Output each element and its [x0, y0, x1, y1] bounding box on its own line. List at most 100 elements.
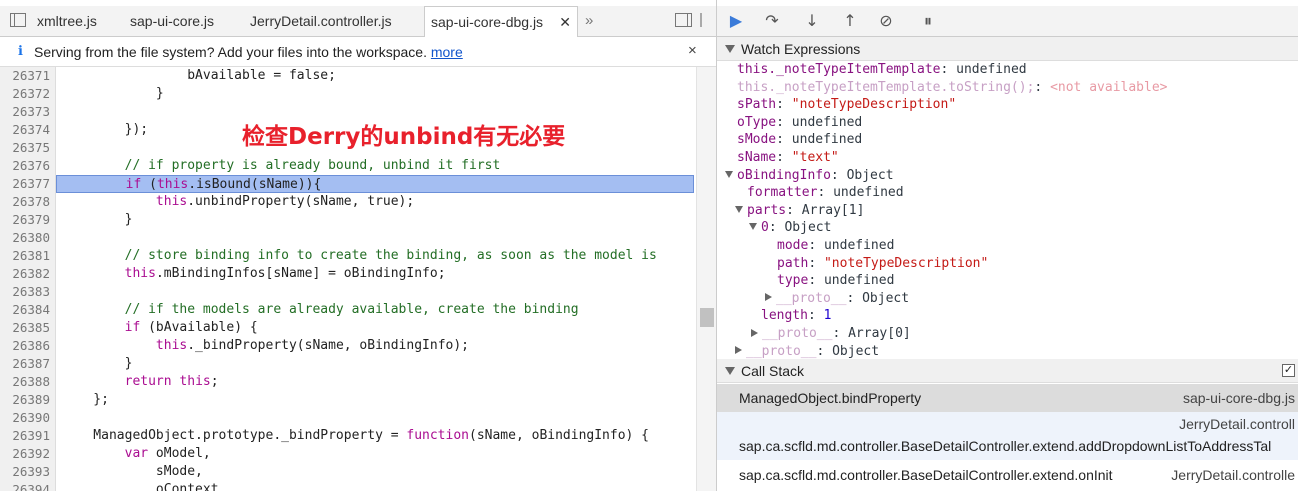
watch-separator: : [768, 220, 785, 236]
watch-item[interactable]: length: 1 [761, 307, 831, 325]
deactivate-breakpoints-icon[interactable]: ⊘ [875, 11, 897, 31]
watch-name: sPath [737, 97, 777, 113]
line-number[interactable]: 26387 [0, 355, 54, 373]
line-number[interactable]: 26381 [0, 247, 54, 265]
line-number[interactable]: 26383 [0, 283, 54, 301]
watch-value: undefined [833, 185, 904, 201]
line-number[interactable]: 26384 [0, 301, 54, 319]
frame-location[interactable]: JerryDetail.controlle [1171, 467, 1295, 483]
more-link[interactable]: more [431, 44, 463, 60]
vertical-scrollbar[interactable] [696, 67, 716, 491]
step-out-icon[interactable]: ↑ [839, 11, 861, 31]
call-stack-header[interactable]: Call Stack ✓ [717, 359, 1298, 383]
line-number[interactable]: 26377 [0, 175, 54, 193]
watch-name: sName [737, 150, 777, 165]
watch-separator: : [776, 97, 792, 113]
step-into-icon[interactable]: ↓ [801, 11, 823, 31]
collapsed-triangle-icon[interactable] [765, 293, 772, 302]
expanded-triangle-icon[interactable] [749, 223, 757, 231]
watch-item[interactable]: this._noteTypeItemTemplate.toString();: … [737, 79, 1167, 97]
line-number[interactable]: 26393 [0, 463, 54, 481]
line-number[interactable]: 26373 [0, 103, 54, 121]
line-number[interactable]: 26376 [0, 157, 54, 175]
frame-location[interactable]: sap-ui-core-dbg.js [1183, 390, 1295, 406]
line-number[interactable]: 26374 [0, 121, 54, 139]
code-line: 26386 this._bindProperty(sName, oBinding… [0, 337, 696, 355]
watch-item[interactable]: sMode: undefined [737, 131, 862, 149]
line-number[interactable]: 26390 [0, 409, 54, 427]
line-number[interactable]: 26378 [0, 193, 54, 211]
more-tabs-button[interactable]: » [585, 6, 593, 37]
watch-item[interactable]: parts: Array[1] [735, 202, 864, 220]
collapsed-triangle-icon[interactable] [751, 328, 758, 337]
tab-xmltree[interactable]: xmltree.js [37, 6, 97, 37]
code-line: 26372 } [0, 85, 696, 103]
watch-expressions-header[interactable]: Watch Expressions [717, 37, 1298, 61]
line-number[interactable]: 26382 [0, 265, 54, 283]
source-panel: xmltree.js sap-ui-core.js JerryDetail.co… [0, 0, 716, 491]
line-number[interactable]: 26375 [0, 139, 54, 157]
watch-name: parts [747, 202, 787, 218]
watch-item[interactable]: __proto__: Array[0] [751, 325, 911, 343]
watch-separator: : [808, 273, 824, 289]
line-number[interactable]: 26389 [0, 391, 54, 409]
tab-sap-ui-core-dbg[interactable]: sap-ui-core-dbg.js ✕ [424, 6, 578, 38]
watch-item[interactable]: sPath: "noteTypeDescription" [737, 96, 956, 114]
watch-value: 1 [823, 308, 832, 324]
line-number[interactable]: 26371 [0, 67, 54, 85]
watch-item[interactable]: 0: Object [749, 219, 831, 237]
frame-location[interactable]: JerryDetail.controll [1179, 416, 1295, 432]
expanded-triangle-icon[interactable] [725, 170, 733, 178]
line-number[interactable]: 26385 [0, 319, 54, 337]
watch-item[interactable]: path: "noteTypeDescription" [777, 255, 988, 273]
watch-value: undefined [823, 238, 895, 253]
line-number[interactable]: 26392 [0, 445, 54, 463]
watch-item[interactable]: __proto__: Object [735, 343, 879, 359]
line-number[interactable]: 26379 [0, 211, 54, 229]
code-line: 26391 ManagedObject.prototype._bindPrope… [0, 427, 696, 445]
watch-separator: : [776, 114, 792, 130]
pause-on-exceptions-icon[interactable]: ⏸ [917, 11, 939, 31]
scrollbar-thumb[interactable] [700, 308, 714, 327]
watch-item[interactable]: mode: undefined [777, 237, 894, 255]
code-text: ManagedObject.prototype._bindProperty = … [62, 428, 650, 443]
close-icon[interactable]: × [688, 42, 697, 59]
watch-item[interactable]: this._noteTypeItemTemplate: undefined [737, 61, 1027, 79]
toggle-navigator-icon[interactable] [10, 13, 26, 27]
watch-item[interactable]: oType: undefined [737, 114, 862, 132]
code-line: 26387 } [0, 355, 696, 373]
frame-name: sap.ca.scfld.md.controller.BaseDetailCon… [739, 467, 1113, 483]
code-editor[interactable]: 26371 bAvailable = false; 26372 } 26373 263… [0, 67, 716, 491]
watch-value: undefined [956, 62, 1027, 77]
line-number[interactable]: 26380 [0, 229, 54, 247]
tab-jerrydetail-controller[interactable]: JerryDetail.controller.js [250, 6, 392, 37]
line-number[interactable]: 26388 [0, 373, 54, 391]
call-stack-frame[interactable]: sap.ca.scfld.md.controller.BaseDetailCon… [717, 460, 1298, 491]
line-number[interactable]: 26386 [0, 337, 54, 355]
step-over-icon[interactable]: ↷ [761, 11, 783, 31]
tab-sap-ui-core[interactable]: sap-ui-core.js [130, 6, 214, 37]
watch-item[interactable]: sName: "text" [737, 149, 839, 167]
watch-separator: : [816, 343, 833, 359]
async-checkbox[interactable]: ✓ [1282, 364, 1295, 377]
watch-item[interactable]: __proto__: Object [765, 290, 909, 308]
code-text: return this; [124, 374, 219, 389]
line-number[interactable]: 26372 [0, 85, 54, 103]
watch-item[interactable]: formatter: undefined [747, 184, 904, 202]
close-tab-icon[interactable]: ✕ [559, 7, 571, 38]
resume-icon[interactable]: ▶ [725, 11, 747, 31]
watch-separator: : [1034, 79, 1051, 95]
toggle-debugger-icon[interactable] [675, 13, 692, 27]
code-text: this.mBindingInfos[sName] = oBindingInfo… [124, 266, 446, 281]
watch-separator: : [807, 308, 824, 324]
line-number[interactable]: 26391 [0, 427, 54, 445]
watch-separator: : [817, 185, 834, 201]
expand-triangle-icon [725, 45, 735, 54]
call-stack-frame[interactable]: JerryDetail.controll sap.ca.scfld.md.con… [717, 412, 1298, 460]
watch-item[interactable]: oBindingInfo: Object [725, 167, 894, 185]
watch-item[interactable]: type: undefined [777, 272, 894, 290]
line-number[interactable]: 26394 [0, 481, 54, 491]
collapsed-triangle-icon[interactable] [735, 346, 742, 355]
expanded-triangle-icon[interactable] [735, 205, 743, 213]
call-stack-frame[interactable]: ManagedObject.bindProperty sap-ui-core-d… [717, 384, 1298, 412]
